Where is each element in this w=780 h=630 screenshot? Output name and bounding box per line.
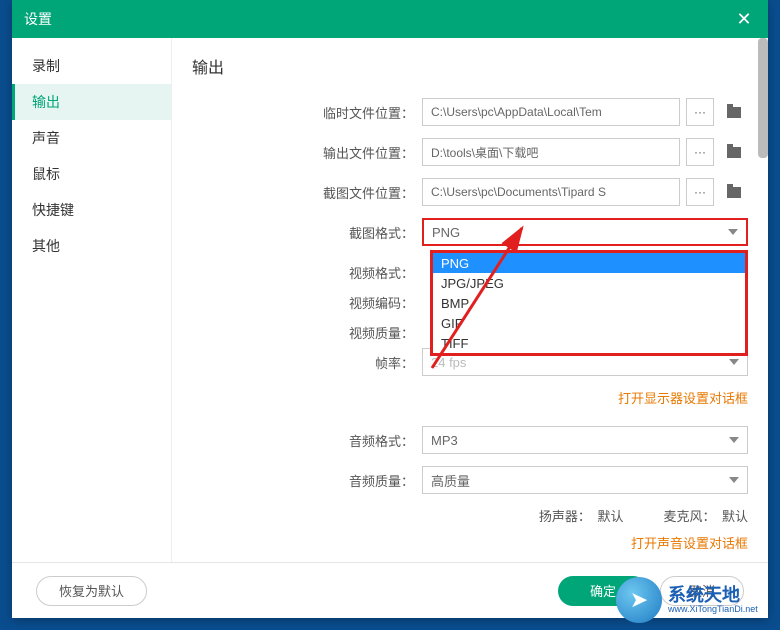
dropdown-option[interactable]: JPG/JPEG bbox=[433, 273, 745, 293]
label-speaker: 扬声器： 默认 bbox=[539, 506, 624, 525]
label-mic: 麦克风： 默认 bbox=[663, 506, 748, 525]
close-icon[interactable]: ✕ bbox=[732, 7, 756, 31]
sidebar-item-sound[interactable]: 声音 bbox=[12, 120, 171, 156]
watermark-brand: 系统天地 bbox=[668, 586, 758, 604]
sidebar: 录制 输出 声音 鼠标 快捷键 其他 bbox=[12, 38, 172, 562]
watermark-url: www.XiTongTianDi.net bbox=[668, 604, 758, 614]
sidebar-item-output[interactable]: 输出 bbox=[12, 84, 171, 120]
dropdown-option[interactable]: PNG bbox=[433, 253, 745, 273]
watermark: ➤ 系统天地 www.XiTongTianDi.net bbox=[610, 570, 780, 630]
sidebar-item-label: 输出 bbox=[32, 92, 60, 112]
input-temp-path[interactable]: C:\Users\pc\AppData\Local\Tem bbox=[422, 98, 680, 126]
browse-button[interactable]: ··· bbox=[686, 138, 714, 166]
restore-defaults-button[interactable]: 恢复为默认 bbox=[36, 576, 147, 606]
browse-button[interactable]: ··· bbox=[686, 98, 714, 126]
sidebar-item-label: 声音 bbox=[32, 128, 60, 148]
label-screenshot-path: 截图文件位置： bbox=[192, 183, 422, 202]
row-speaker-mic: 扬声器： 默认 麦克风： 默认 bbox=[192, 506, 748, 525]
settings-window: 设置 ✕ 录制 输出 声音 鼠标 快捷键 其他 输出 临时文件位置： C:\Us… bbox=[12, 0, 768, 618]
select-audio-quality[interactable]: 高质量 bbox=[422, 466, 748, 494]
chevron-down-icon bbox=[729, 477, 739, 483]
titlebar: 设置 ✕ bbox=[12, 0, 768, 38]
label-video-encode: 视频编码： bbox=[192, 293, 422, 312]
sidebar-item-label: 其他 bbox=[32, 236, 60, 256]
watermark-logo-icon: ➤ bbox=[616, 577, 662, 623]
row-temp-path: 临时文件位置： C:\Users\pc\AppData\Local\Tem ··… bbox=[192, 98, 748, 126]
dropdown-option[interactable]: BMP bbox=[433, 293, 745, 313]
select-value: PNG bbox=[432, 225, 460, 240]
label-audio-quality: 音频质量： bbox=[192, 471, 422, 490]
folder-icon[interactable] bbox=[720, 138, 748, 166]
link-display-settings[interactable]: 打开显示器设置对话框 bbox=[618, 391, 748, 406]
select-value: MP3 bbox=[431, 433, 458, 448]
row-audio-format: 音频格式： MP3 bbox=[192, 426, 748, 454]
body: 录制 输出 声音 鼠标 快捷键 其他 输出 临时文件位置： C:\Users\p… bbox=[12, 38, 768, 562]
scrollbar-thumb[interactable] bbox=[758, 38, 768, 158]
folder-icon[interactable] bbox=[720, 178, 748, 206]
label-temp-path: 临时文件位置： bbox=[192, 103, 422, 122]
label-audio-format: 音频格式： bbox=[192, 431, 422, 450]
chevron-down-icon bbox=[729, 437, 739, 443]
select-audio-format[interactable]: MP3 bbox=[422, 426, 748, 454]
sidebar-item-mouse[interactable]: 鼠标 bbox=[12, 156, 171, 192]
row-screenshot-path: 截图文件位置： C:\Users\pc\Documents\Tipard S ·… bbox=[192, 178, 748, 206]
input-screenshot-path[interactable]: C:\Users\pc\Documents\Tipard S bbox=[422, 178, 680, 206]
sidebar-item-hotkey[interactable]: 快捷键 bbox=[12, 192, 171, 228]
label-video-quality: 视频质量： bbox=[192, 323, 422, 342]
sidebar-item-label: 鼠标 bbox=[32, 164, 60, 184]
select-value: 高质量 bbox=[431, 471, 470, 490]
dropdown-option[interactable]: GIF bbox=[433, 313, 745, 333]
chevron-down-icon bbox=[729, 359, 739, 365]
content-panel: 输出 临时文件位置： C:\Users\pc\AppData\Local\Tem… bbox=[172, 38, 768, 562]
row-display-link: 打开显示器设置对话框 bbox=[192, 388, 748, 408]
label-screenshot-format: 截图格式： bbox=[192, 223, 422, 242]
row-audio-quality: 音频质量： 高质量 bbox=[192, 466, 748, 494]
label-fps: 帧率： bbox=[192, 353, 422, 372]
section-title-output: 输出 bbox=[192, 54, 748, 78]
folder-icon[interactable] bbox=[720, 98, 748, 126]
dropdown-screenshot-format: PNG JPG/JPEG BMP GIF TIFF bbox=[430, 250, 748, 356]
browse-button[interactable]: ··· bbox=[686, 178, 714, 206]
sidebar-item-other[interactable]: 其他 bbox=[12, 228, 171, 264]
row-audio-link: 打开声音设置对话框 bbox=[192, 533, 748, 553]
row-output-path: 输出文件位置： D:\tools\桌面\下载吧 ··· bbox=[192, 138, 748, 166]
sidebar-item-record[interactable]: 录制 bbox=[12, 48, 171, 84]
select-screenshot-format[interactable]: PNG bbox=[422, 218, 748, 246]
label-output-path: 输出文件位置： bbox=[192, 143, 422, 162]
chevron-down-icon bbox=[728, 229, 738, 235]
sidebar-item-label: 快捷键 bbox=[32, 200, 74, 220]
input-output-path[interactable]: D:\tools\桌面\下载吧 bbox=[422, 138, 680, 166]
link-audio-settings[interactable]: 打开声音设置对话框 bbox=[631, 536, 748, 551]
label-video-format: 视频格式： bbox=[192, 263, 422, 282]
row-screenshot-format: 截图格式： PNG bbox=[192, 218, 748, 246]
sidebar-item-label: 录制 bbox=[32, 56, 60, 76]
window-title: 设置 bbox=[24, 9, 52, 29]
select-value: 24 fps bbox=[431, 355, 466, 370]
dropdown-option[interactable]: TIFF bbox=[433, 333, 745, 353]
